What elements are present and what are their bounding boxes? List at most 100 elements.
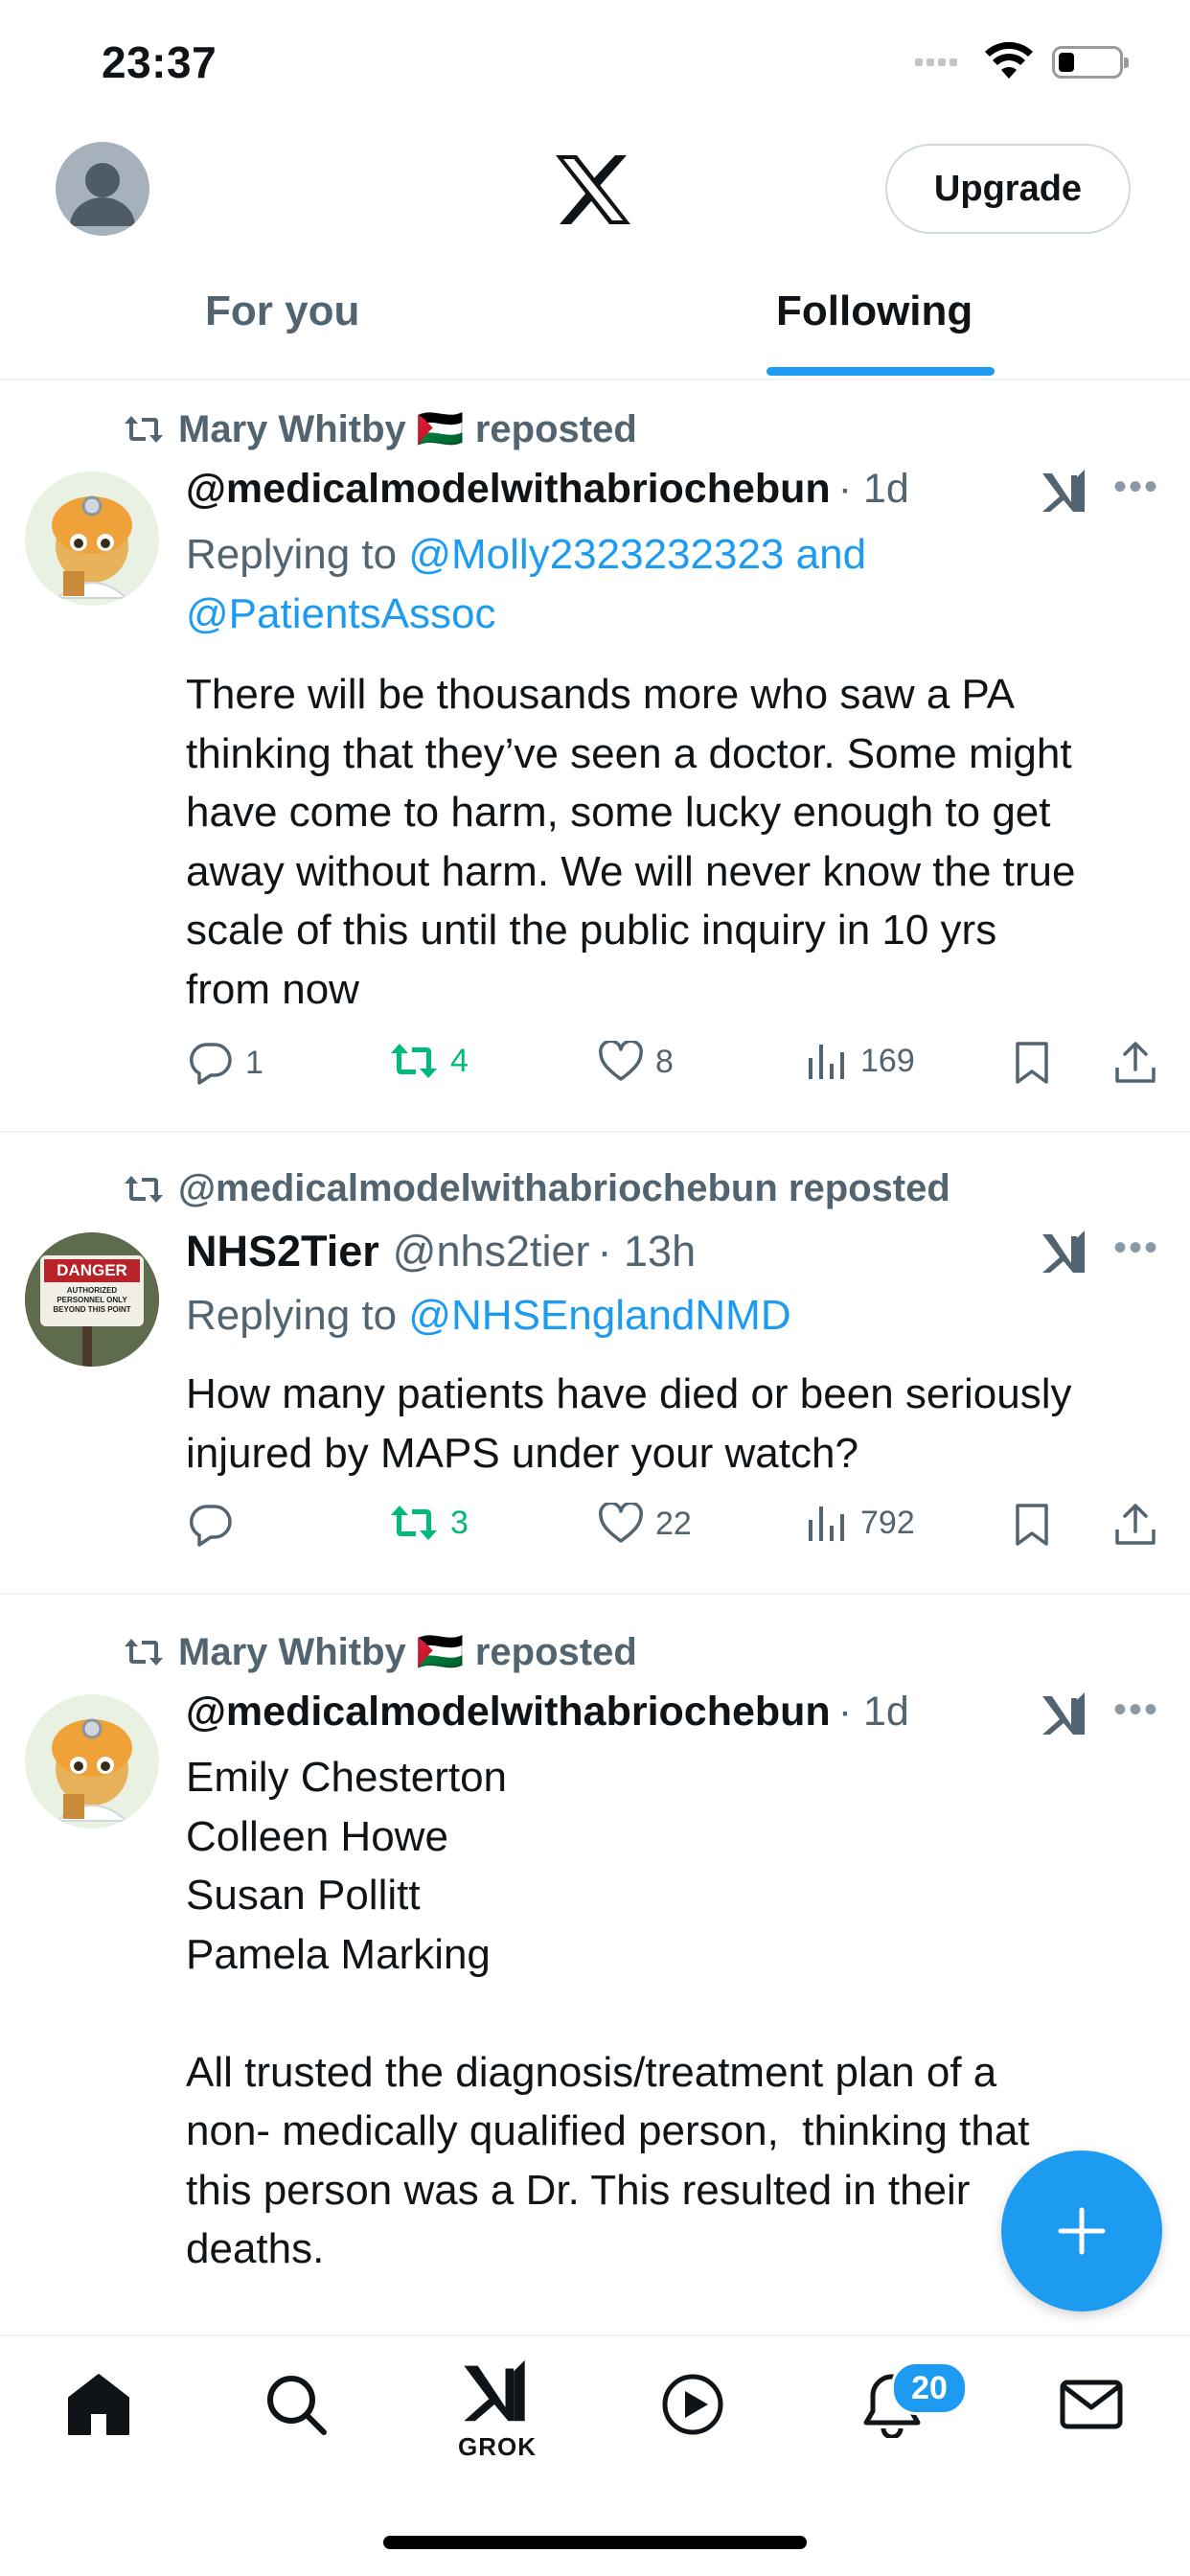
replying-to: Replying to @Molly2323232323 and @Patien… <box>186 525 866 644</box>
repost-icon <box>125 1638 163 1666</box>
compose-button[interactable] <box>1001 2150 1162 2312</box>
post-time[interactable]: · 1d <box>838 466 909 513</box>
views-icon <box>809 1045 844 1079</box>
active-tab-indicator <box>767 367 995 376</box>
mail-icon <box>1060 2380 1123 2429</box>
views-icon <box>809 1506 844 1541</box>
avatar-sign-title: DANGER <box>57 1261 127 1279</box>
grok-icon[interactable] <box>1039 468 1088 520</box>
cellular-signal-icon <box>915 54 961 71</box>
views-button[interactable]: 792 <box>807 1503 915 1543</box>
post-author-avatar[interactable] <box>25 472 159 606</box>
post-author-avatar[interactable] <box>25 1694 159 1828</box>
like-button[interactable]: 8 <box>598 1041 674 1083</box>
grok-icon <box>464 2359 525 2422</box>
share-icon <box>1115 1042 1156 1083</box>
views-count: 792 <box>860 1504 915 1541</box>
nav-home[interactable] <box>65 2371 132 2443</box>
more-icon[interactable]: ••• <box>1113 1227 1159 1270</box>
tab-for-you[interactable]: For you <box>205 288 359 335</box>
nav-video[interactable] <box>659 2371 726 2443</box>
upgrade-button[interactable]: Upgrade <box>885 144 1131 234</box>
like-icon <box>599 1503 643 1543</box>
share-button[interactable] <box>1113 1041 1157 1085</box>
author-name[interactable]: @medicalmodelwithabriochebun <box>186 1689 831 1736</box>
author-name[interactable]: @medicalmodelwithabriochebun <box>186 466 831 513</box>
nav-divider <box>0 2334 1190 2336</box>
reply-mention[interactable]: @PatientsAssoc <box>186 590 495 637</box>
post-text[interactable]: There will be thousands more who saw a P… <box>186 665 1173 1019</box>
home-indicator <box>383 2536 807 2549</box>
more-icon[interactable]: ••• <box>1113 1689 1159 1732</box>
post-actions: 1 4 8 169 <box>0 1041 1190 1091</box>
notifications-badge: 20 <box>891 2361 968 2415</box>
repost-icon <box>125 415 163 443</box>
post-time[interactable]: · 1d <box>838 1689 909 1736</box>
repost-button[interactable]: 4 <box>389 1041 469 1081</box>
replying-to-label: Replying to <box>186 1292 409 1339</box>
reply-mention[interactable]: @Molly2323232323 and <box>408 531 866 578</box>
share-button[interactable] <box>1113 1503 1157 1547</box>
share-icon <box>1115 1504 1156 1545</box>
header-divider <box>0 379 1190 380</box>
author-handle[interactable]: @nhs2tier <box>393 1227 590 1276</box>
like-count: 22 <box>655 1505 692 1542</box>
bookmark-icon <box>1016 1042 1048 1084</box>
bookmark-icon <box>1016 1504 1048 1546</box>
post-divider <box>0 1131 1190 1133</box>
home-icon <box>68 2374 129 2435</box>
repost-button[interactable]: 3 <box>389 1503 469 1543</box>
nav-search[interactable] <box>263 2371 330 2443</box>
repost-count: 3 <box>450 1504 469 1541</box>
avatar-sign-subtext: AUTHORIZED PERSONNEL ONLY BEYOND THIS PO… <box>53 1286 131 1314</box>
repost-context[interactable]: @medicalmodelwithabriochebun reposted <box>123 1167 950 1210</box>
repost-icon <box>391 1044 437 1078</box>
battery-icon <box>1052 46 1129 79</box>
nav-grok[interactable] <box>458 2358 531 2431</box>
repost-context-text: Mary Whitby 🇵🇸 reposted <box>178 408 637 450</box>
repost-count: 4 <box>450 1042 469 1079</box>
repost-icon <box>125 1175 163 1203</box>
grok-icon[interactable] <box>1039 1690 1088 1743</box>
like-icon <box>599 1041 643 1081</box>
repost-context[interactable]: Mary Whitby 🇵🇸 reposted <box>123 1629 637 1674</box>
repost-context-text: @medicalmodelwithabriochebun reposted <box>178 1167 950 1209</box>
tab-following[interactable]: Following <box>776 288 973 335</box>
replying-to-label: Replying to <box>186 531 409 578</box>
x-logo-icon[interactable] <box>554 153 632 231</box>
post-actions: 3 22 792 <box>0 1503 1190 1552</box>
bookmark-button[interactable] <box>1014 1503 1050 1547</box>
post-header: NHS2Tier @nhs2tier · 13h <box>186 1227 696 1276</box>
like-button[interactable]: 22 <box>598 1503 692 1545</box>
post-divider <box>0 1593 1190 1595</box>
repost-context[interactable]: Mary Whitby 🇵🇸 reposted <box>123 406 637 451</box>
reply-icon <box>190 1505 232 1547</box>
more-icon[interactable]: ••• <box>1113 466 1159 509</box>
reply-icon <box>190 1043 232 1085</box>
reply-count: 1 <box>245 1044 263 1081</box>
reply-button[interactable] <box>188 1503 245 1547</box>
views-button[interactable]: 169 <box>807 1041 915 1081</box>
like-count: 8 <box>655 1043 674 1080</box>
post-header: @medicalmodelwithabriochebun · 1d <box>186 1689 909 1736</box>
nav-grok-label: GROK <box>458 2432 537 2461</box>
reply-button[interactable]: 1 <box>188 1041 263 1085</box>
status-time: 23:37 <box>102 37 217 87</box>
reply-mention[interactable]: @NHSEnglandNMD <box>408 1292 790 1339</box>
repost-icon <box>391 1506 437 1540</box>
profile-avatar[interactable] <box>56 142 149 236</box>
grok-icon[interactable] <box>1039 1229 1088 1281</box>
post-text[interactable]: How many patients have died or been seri… <box>186 1365 1173 1483</box>
video-icon <box>662 2374 723 2435</box>
views-count: 169 <box>860 1042 915 1079</box>
search-icon <box>267 2376 327 2435</box>
nav-messages[interactable] <box>1058 2371 1125 2443</box>
bookmark-button[interactable] <box>1014 1041 1050 1085</box>
author-name[interactable]: NHS2Tier <box>186 1227 379 1276</box>
post-time[interactable]: · 13h <box>598 1227 697 1276</box>
compose-plus-icon <box>1058 2207 1106 2255</box>
replying-to: Replying to @NHSEnglandNMD <box>186 1286 791 1346</box>
post-author-avatar[interactable]: DANGER AUTHORIZED PERSONNEL ONLY BEYOND … <box>25 1232 159 1367</box>
wifi-icon <box>985 41 1033 85</box>
post-header: @medicalmodelwithabriochebun · 1d <box>186 466 909 513</box>
